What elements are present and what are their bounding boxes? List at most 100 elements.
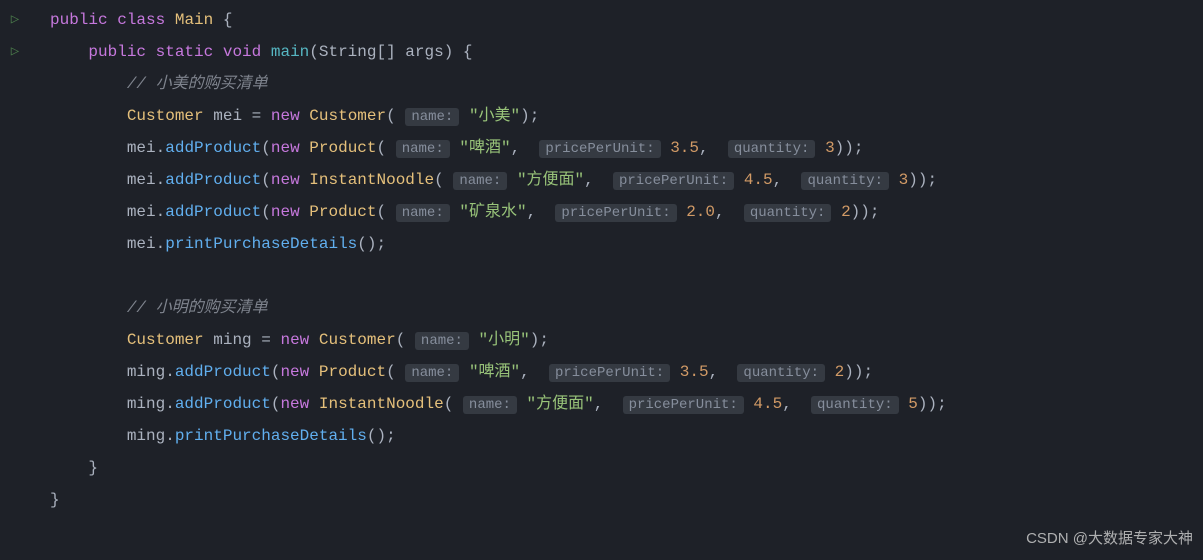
brace: } [88,459,98,477]
paren: ( [386,107,396,125]
dot: . [156,203,166,221]
paren: )); [835,139,864,157]
method-main: main [271,43,309,61]
paren: ( [386,363,396,381]
hint-price: pricePerUnit: [555,204,676,222]
dot: . [165,395,175,413]
code-editor[interactable]: public class Main { public static void m… [0,0,1203,516]
var: ming [127,427,165,445]
dot: . [156,139,166,157]
comma: , [584,171,594,189]
hint-name: name: [415,332,469,350]
paren: ( [261,203,271,221]
method: addProduct [175,363,271,381]
string: "啤酒" [469,363,520,381]
number: 3 [899,171,909,189]
type: InstantNoodle [319,395,444,413]
hint-price: pricePerUnit: [623,396,744,414]
brace: { [223,11,233,29]
string: "小美" [469,107,520,125]
number: 4.5 [753,395,782,413]
var: mei [127,203,156,221]
comma: , [527,203,537,221]
hint-qty: quantity: [744,204,832,222]
hint-name: name: [396,140,450,158]
dot: . [165,427,175,445]
keyword-new: new [280,331,309,349]
paren: (); [357,235,386,253]
hint-name: name: [405,364,459,382]
keyword-new: new [280,363,309,381]
number: 3.5 [680,363,709,381]
number: 4.5 [744,171,773,189]
method: printPurchaseDetails [175,427,367,445]
type: Product [319,363,386,381]
var: ming [213,331,251,349]
hint-name: name: [396,204,450,222]
type: Customer [127,107,204,125]
comma: , [709,363,719,381]
comment: // 小明的购买清单 [127,299,268,317]
string: "矿泉水" [459,203,526,221]
method: printPurchaseDetails [165,235,357,253]
type: Product [309,139,376,157]
keyword-new: new [271,107,300,125]
watermark: CSDN @大数据专家大神 [1026,524,1193,554]
paren: (); [367,427,396,445]
paren: ( [261,171,271,189]
var: ming [127,363,165,381]
var: mei [127,235,156,253]
type: Customer [309,107,386,125]
keyword-new: new [280,395,309,413]
method: addProduct [175,395,271,413]
comma: , [511,139,521,157]
dot: . [156,171,166,189]
paren: )); [844,363,873,381]
run-icon[interactable]: ▷ [11,4,19,36]
type: Product [309,203,376,221]
paren: ( [271,363,281,381]
hint-price: pricePerUnit: [539,140,660,158]
var: mei [213,107,242,125]
keyword-new: new [271,139,300,157]
method: addProduct [165,139,261,157]
hint-price: pricePerUnit: [613,172,734,190]
op: = [261,331,271,349]
number: 2 [835,363,845,381]
var: mei [127,171,156,189]
run-icon[interactable]: ▷ [11,36,19,68]
comma: , [782,395,792,413]
paren: ( [261,139,271,157]
var: ming [127,395,165,413]
paren: ( [444,395,454,413]
type: Customer [127,331,204,349]
hint-name: name: [405,108,459,126]
number: 5 [908,395,918,413]
keyword-public: public [50,11,108,29]
number: 3.5 [670,139,699,157]
hint-qty: quantity: [811,396,899,414]
number: 2 [841,203,851,221]
hint-qty: quantity: [728,140,816,158]
hint-price: pricePerUnit: [549,364,670,382]
hint-qty: quantity: [737,364,825,382]
keyword-public: public [88,43,146,61]
string: "啤酒" [459,139,510,157]
method: addProduct [165,203,261,221]
number: 3 [825,139,835,157]
paren: ( [271,395,281,413]
keyword-class: class [117,11,165,29]
class-name: Main [175,11,213,29]
hint-name: name: [463,396,517,414]
keyword-new: new [271,203,300,221]
type: InstantNoodle [309,171,434,189]
var: mei [127,139,156,157]
brace: { [463,43,473,61]
op: = [252,107,262,125]
type: Customer [319,331,396,349]
dot: . [156,235,166,253]
comma: , [699,139,709,157]
keyword-new: new [271,171,300,189]
paren: )); [908,171,937,189]
hint-qty: quantity: [801,172,889,190]
